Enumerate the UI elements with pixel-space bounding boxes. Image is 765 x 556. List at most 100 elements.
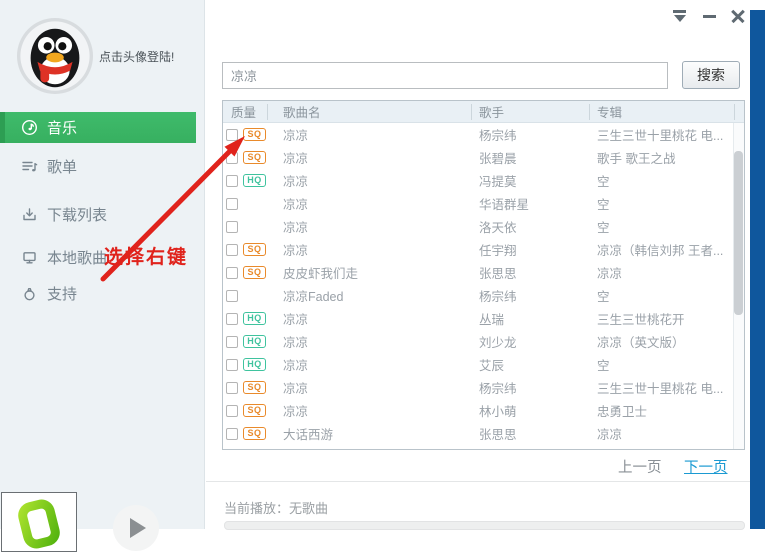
row-checkbox[interactable] [226,428,238,440]
annotation-text: 选择右键 [104,242,188,269]
row-checkbox[interactable] [226,336,238,348]
table-row[interactable]: HQ凉凉刘少龙凉凉（英文版） [223,330,744,353]
login-text[interactable]: 点击头像登陆! [99,48,174,65]
row-checkbox[interactable] [226,405,238,417]
singer-cell: 刘少龙 [471,332,589,351]
song-cell: 凉凉 [275,171,471,190]
donate-pouch-icon [21,285,38,302]
player-divider [206,481,750,482]
song-cell: 凉凉 [275,332,471,351]
row-checkbox[interactable] [226,382,238,394]
row-checkbox[interactable] [226,313,238,325]
minimize-icon [703,15,716,18]
album-cell: 凉凉（英文版） [589,332,744,351]
album-cell: 歌手 歌王之战 [589,148,744,167]
song-cell: 凉凉 [275,125,471,144]
song-cell: 凉凉Faded [275,286,471,305]
results-table: 质量歌曲名歌手专辑 SQ凉凉杨宗纬三生三世十里桃花 电...SQ凉凉张碧晨歌手 … [222,100,745,450]
album-cell: 空 [589,171,744,190]
quality-badge: SQ [243,243,266,256]
quality-cell: HQ [223,335,275,348]
sidebar-item-label: 歌单 [47,156,77,177]
table-row[interactable]: SQ大话西游张思思凉凉 [223,422,744,445]
quality-cell: SQ [223,243,275,256]
sidebar-item-support[interactable]: 支持 [0,278,205,309]
table-row[interactable]: SQ凉凉杨宗纬三生三世十里桃花 电... [223,123,744,146]
quality-cell: SQ [223,427,275,440]
album-cell: 空 [589,217,744,236]
sidebar-item-download[interactable]: 下载列表 [0,199,205,230]
row-checkbox[interactable] [226,267,238,279]
next-page-link[interactable]: 下一页 [684,456,728,477]
header-separator [589,104,590,120]
row-checkbox[interactable] [226,129,238,141]
row-checkbox[interactable] [226,175,238,187]
singer-cell: 张思思 [471,263,589,282]
column-header: 歌曲名 [275,102,471,121]
row-checkbox[interactable] [226,290,238,302]
quality-badge: SQ [243,427,266,440]
album-art-box [1,492,77,552]
singer-cell: 丛瑞 [471,309,589,328]
column-header: 歌手 [471,102,589,121]
prev-page-link[interactable]: 上一页 [618,456,662,477]
table-row[interactable]: SQ凉凉林小萌忠勇卫士 [223,399,744,422]
album-cell: 凉凉（韩信刘邦 王者... [589,240,744,259]
table-body: SQ凉凉杨宗纬三生三世十里桃花 电...SQ凉凉张碧晨歌手 歌王之战HQ凉凉冯提… [223,123,744,445]
quality-cell: HQ [223,174,275,187]
singer-cell: 张思思 [471,424,589,443]
row-checkbox[interactable] [226,152,238,164]
background-window-edge [750,10,765,529]
search-input[interactable] [222,62,668,89]
quality-cell: SQ [223,128,275,141]
album-cell: 忠勇卫士 [589,401,744,420]
table-row[interactable]: 凉凉华语群星空 [223,192,744,215]
row-checkbox[interactable] [226,198,238,210]
header-separator [267,104,268,120]
row-checkbox[interactable] [226,221,238,233]
table-row[interactable]: HQ凉凉冯提莫空 [223,169,744,192]
singer-cell: 杨宗纬 [471,286,589,305]
singer-cell: 任宇翔 [471,240,589,259]
table-scrollbar[interactable] [733,123,744,449]
song-cell: 皮皮虾我们走 [275,263,471,282]
album-cell: 空 [589,355,744,374]
table-row[interactable]: 凉凉Faded杨宗纬空 [223,284,744,307]
quality-badge-empty [243,289,266,302]
song-cell: 凉凉 [275,378,471,397]
sidebar-item-label: 本地歌曲 [47,247,107,268]
quality-cell: SQ [223,404,275,417]
qq-avatar[interactable] [16,17,94,95]
qq-penguin-icon [16,17,94,95]
table-row[interactable]: SQ皮皮虾我们走张思思凉凉 [223,261,744,284]
singer-cell: 冯提莫 [471,171,589,190]
close-button[interactable] [729,7,747,25]
play-button[interactable] [113,505,159,551]
quality-badge: SQ [243,404,266,417]
skin-menu-button[interactable] [671,7,689,25]
song-cell: 凉凉 [275,194,471,213]
table-row[interactable]: HQ凉凉丛瑞三生三世桃花开 [223,307,744,330]
table-row[interactable]: SQ凉凉张碧晨歌手 歌王之战 [223,146,744,169]
quality-cell: HQ [223,358,275,371]
scrollbar-thumb[interactable] [734,151,743,315]
table-row[interactable]: SQ凉凉杨宗纬三生三世十里桃花 电... [223,376,744,399]
table-row[interactable]: SQ凉凉任宇翔凉凉（韩信刘邦 王者... [223,238,744,261]
search-button[interactable]: 搜索 [682,61,740,89]
row-checkbox[interactable] [226,359,238,371]
music-note-circle-icon [21,119,38,136]
table-row[interactable]: 凉凉洛天依空 [223,215,744,238]
minimize-button[interactable] [701,7,719,25]
sidebar-item-playlist[interactable]: 歌单 [0,151,205,182]
quality-cell: SQ [223,266,275,279]
album-cell: 三生三世十里桃花 电... [589,125,744,144]
row-checkbox[interactable] [226,244,238,256]
quality-cell: SQ [223,151,275,164]
sidebar-item-label: 下载列表 [47,204,107,225]
quality-cell: SQ [223,381,275,394]
sidebar-item-music[interactable]: 音乐 [0,112,196,143]
singer-cell: 林小萌 [471,401,589,420]
singer-cell: 张碧晨 [471,148,589,167]
table-row[interactable]: HQ凉凉艾辰空 [223,353,744,376]
quality-badge-empty [243,197,266,210]
